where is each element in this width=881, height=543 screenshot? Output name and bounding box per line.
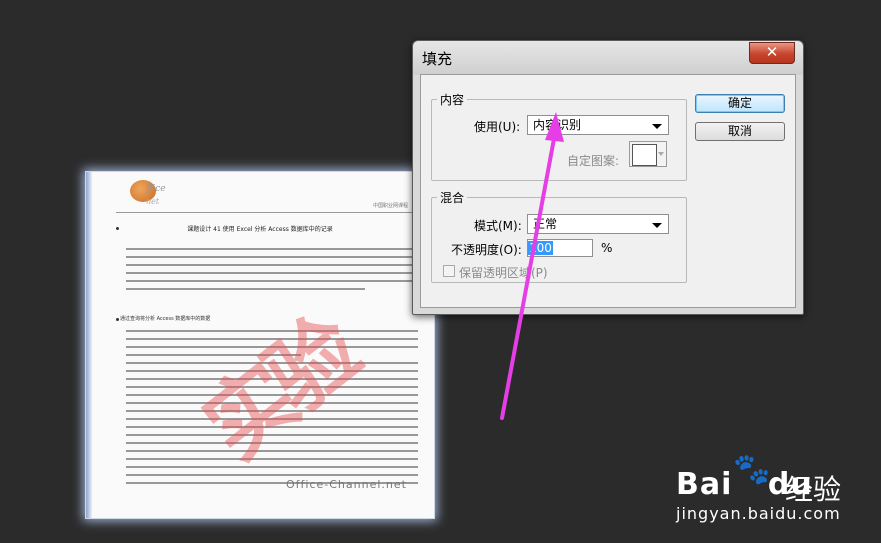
- baidu-jingyan-text: 经验: [785, 473, 842, 506]
- baidu-url: jingyan.baidu.com: [676, 504, 841, 523]
- arrow-head-icon: [545, 112, 564, 142]
- arrow-shaft: [500, 126, 558, 420]
- baidu-paw-icon: 🐾: [733, 452, 771, 487]
- baidu-logo-text: Bai: [676, 467, 733, 502]
